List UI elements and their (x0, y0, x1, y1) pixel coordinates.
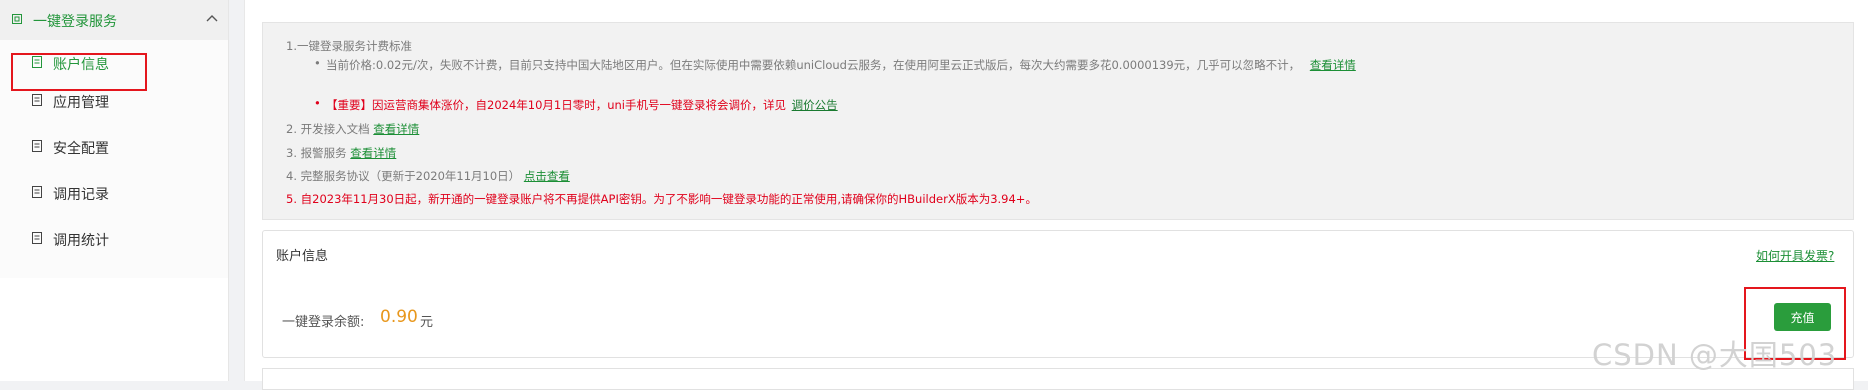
notice-line-4: 4. 完整服务协议（更新于2020年11月10日） 点击查看 (286, 169, 570, 183)
pricing-details-link[interactable]: 查看详情 (1310, 58, 1356, 72)
notice-line-pricing: • 当前价格:0.02元/次，失败不计费，目前只支持中国大陆地区用户。但在实际使… (314, 56, 1356, 72)
balance-value: 0.90 (380, 307, 418, 327)
balance-label: 一键登录余额: (282, 315, 365, 330)
dev-docs-link[interactable]: 查看详情 (373, 122, 419, 136)
recharge-button[interactable]: 充值 (1774, 303, 1831, 331)
bullet: • (314, 96, 321, 110)
sidebar-item-call-statistics[interactable]: 调用统计 (0, 216, 228, 262)
bullet: • (314, 56, 321, 70)
alarm-service-link[interactable]: 查看详情 (350, 146, 396, 160)
sidebar-item-label: 账户信息 (53, 57, 109, 73)
price-adjust-announcement-link[interactable]: 调价公告 (792, 98, 838, 112)
service-icon (12, 14, 22, 24)
chevron-up-icon[interactable] (206, 14, 218, 24)
balance-unit: 元 (420, 315, 434, 330)
notice-line-1: 1.一键登录服务计费标准 (286, 39, 412, 53)
doc-icon (32, 186, 42, 198)
sidebar-item-label: 调用记录 (53, 187, 109, 203)
sidebar-item-label: 调用统计 (53, 233, 109, 249)
sidebar-item-label: 安全配置 (53, 141, 109, 157)
sidebar-menu: 账户信息 应用管理 安全配置 调用记录 调用统计 (0, 40, 228, 278)
sidebar-divider (228, 0, 229, 381)
notice-line-important: • 【重要】因运营商集体涨价，自2024年10月1日零时，uni手机号一键登录将… (314, 96, 838, 112)
invoice-help-link[interactable]: 如何开具发票? (1756, 247, 1834, 264)
notice-line-5: 5. 自2023年11月30日起，新开通的一键登录账户将不再提供API密钥。为了… (286, 192, 1037, 206)
doc-icon (32, 232, 42, 244)
doc-icon (32, 94, 42, 106)
sidebar-item-call-records[interactable]: 调用记录 (0, 170, 228, 216)
sidebar-group-header[interactable]: 一键登录服务 (0, 0, 228, 40)
doc-icon (32, 56, 42, 68)
account-info-title: 账户信息 (276, 249, 329, 264)
watermark: CSDN @大国503 (1592, 338, 1838, 372)
doc-icon (32, 140, 42, 152)
notice-line-2: 2. 开发接入文档 查看详情 (286, 122, 420, 136)
sidebar-item-security-config[interactable]: 安全配置 (0, 124, 228, 170)
service-agreement-link[interactable]: 点击查看 (524, 169, 570, 183)
notice-line-3: 3. 报警服务 查看详情 (286, 146, 397, 160)
sidebar: 一键登录服务 账户信息 应用管理 安全配置 调用记录 调用统计 (0, 0, 228, 381)
sidebar-item-app-management[interactable]: 应用管理 (0, 78, 228, 124)
sidebar-item-label: 应用管理 (53, 95, 109, 111)
sidebar-group-title: 一键登录服务 (33, 14, 117, 30)
